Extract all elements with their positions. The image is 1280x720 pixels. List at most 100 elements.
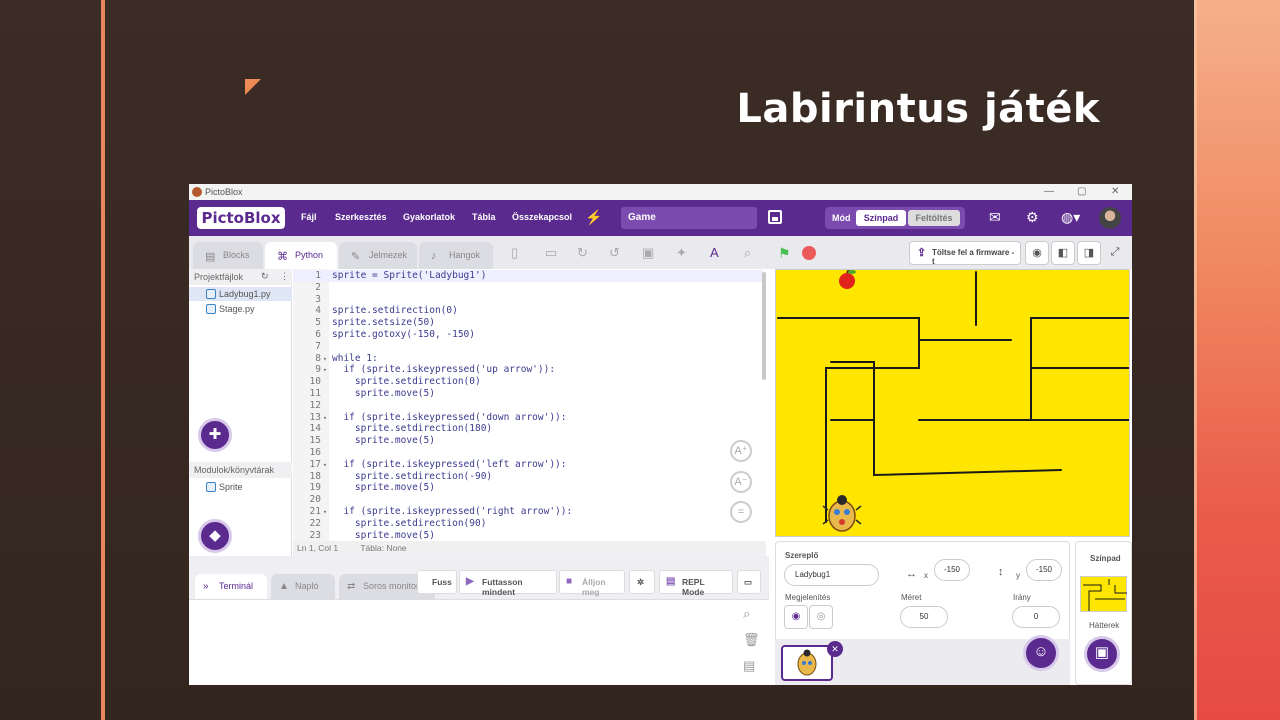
undo-icon[interactable]: ↺ [609, 245, 620, 261]
sprite-name-input[interactable]: Ladybug1 [784, 564, 879, 586]
code-line[interactable]: 1 sprite = Sprite('Ladybug1') [293, 270, 763, 282]
code-line[interactable]: 17 ▾ if (sprite.iskeypressed('left arrow'… [293, 459, 763, 471]
sprite-thumbnail[interactable]: ✕ [781, 641, 843, 681]
show-eye-icon[interactable]: ◉ [784, 605, 808, 629]
module-item[interactable]: Sprite [189, 480, 292, 494]
small-stage-icon[interactable]: ◧ [1051, 241, 1075, 265]
file-item[interactable]: Stage.py [189, 302, 292, 316]
code-line[interactable]: 23 sprite.move(5) [293, 530, 763, 541]
debug-button[interactable]: ✲ [629, 570, 655, 594]
tab-log[interactable]: ▲ Napló [271, 574, 335, 599]
tab-terminal[interactable]: » Terminál [195, 574, 267, 599]
upload-firmware-button[interactable]: ⇪ Töltse fel a firmware -t [909, 241, 1021, 266]
project-name-input[interactable]: Game [621, 207, 757, 229]
repl-mode-button[interactable]: ▤ REPL Mode [659, 570, 733, 597]
terminal-output[interactable]: ⌕ 🗑 ▤ [189, 599, 769, 685]
clipboard-icon[interactable]: ▭ [545, 245, 557, 261]
trash-icon[interactable]: 🗑 [743, 632, 760, 648]
tab-costumes[interactable]: ✎ Jelmezek [339, 242, 417, 269]
run-button[interactable]: Fuss [417, 570, 457, 594]
large-stage-icon[interactable]: ◨ [1077, 241, 1101, 265]
tab-sounds[interactable]: ♪ Hangok [419, 242, 493, 269]
menu-board[interactable]: Tábla [472, 212, 496, 222]
tab-blocks[interactable]: ▤ Blocks [193, 242, 263, 269]
tab-python[interactable]: ⌘ Python [265, 242, 337, 269]
x-input[interactable]: -150 [934, 559, 970, 581]
fullscreen-icon[interactable]: ⤢ [1103, 241, 1127, 265]
add-sprite-button[interactable]: ☺ [1023, 635, 1059, 671]
minimize-button[interactable]: — [1044, 186, 1054, 197]
mode-upload-button[interactable]: Feltöltés [908, 210, 960, 226]
code-line[interactable]: 13 ▾ if (sprite.iskeypressed('down arrow'… [293, 412, 763, 424]
close-button[interactable]: ✕ [1111, 186, 1119, 197]
code-line[interactable]: 21 ▾ if (sprite.iskeypressed('right arrow… [293, 506, 763, 518]
green-flag-icon[interactable]: ⚑ [778, 245, 791, 262]
fold-arrow-icon[interactable]: ▾ [321, 506, 329, 518]
stop-icon[interactable] [802, 246, 816, 260]
code-line[interactable]: 10 sprite.setdirection(0) [293, 376, 763, 388]
fold-arrow-icon[interactable]: ▾ [321, 459, 329, 471]
code-line[interactable]: 3 [293, 294, 763, 306]
y-input[interactable]: -150 [1026, 559, 1062, 581]
file-item[interactable]: Ladybug1.py [189, 287, 292, 301]
code-line[interactable]: 22 sprite.setdirection(90) [293, 518, 763, 530]
code-line[interactable]: 8 ▾ while 1: [293, 353, 763, 365]
direction-input[interactable]: 0 [1012, 606, 1060, 628]
code-line[interactable]: 2 [293, 282, 763, 294]
hide-eye-icon[interactable]: ◎ [809, 605, 833, 629]
stage-thumbnail[interactable] [1080, 576, 1127, 612]
camera-icon[interactable]: ◉ [1025, 241, 1049, 265]
globe-icon[interactable]: ◍▾ [1061, 209, 1080, 226]
code-line[interactable]: 14 sprite.setdirection(180) [293, 423, 763, 435]
zoom-in-button[interactable]: A⁺ [730, 440, 752, 462]
feedback-icon[interactable]: ✉ [989, 209, 1001, 226]
menu-connect[interactable]: Összekapcsol [512, 212, 572, 222]
search-icon[interactable]: ⌕ [743, 606, 750, 622]
gear-icon[interactable]: ⚙ [1026, 209, 1039, 226]
pictoblox-logo[interactable]: PictoBlox [197, 207, 285, 229]
mode-stage-button[interactable]: Színpad [856, 210, 906, 226]
delete-sprite-icon[interactable]: ✕ [827, 641, 843, 657]
code-line[interactable]: 19 sprite.move(5) [293, 482, 763, 494]
fold-arrow-icon[interactable]: ▾ [321, 364, 329, 376]
fold-arrow-icon[interactable]: ▾ [321, 412, 329, 424]
maximize-button[interactable]: ▢ [1077, 186, 1086, 197]
plug-icon[interactable]: ⚡ [585, 209, 602, 226]
menu-examples[interactable]: Gyakorlatok [403, 212, 455, 222]
new-file-icon[interactable]: ▯ [511, 245, 518, 261]
code-editor[interactable]: 1 sprite = Sprite('Ladybug1') 2 3 4 sprite.se… [293, 269, 766, 541]
menu-file[interactable]: Fájl [301, 212, 317, 222]
search-icon[interactable]: ⌕ [744, 245, 751, 261]
avatar[interactable] [1099, 207, 1121, 229]
fold-arrow-icon[interactable]: ▾ [321, 353, 329, 365]
size-input[interactable]: 50 [900, 606, 948, 628]
add-module-button[interactable]: ◆ [198, 519, 232, 553]
code-line[interactable]: 9 ▾ if (sprite.iskeypressed('up arrow')): [293, 364, 763, 376]
copy-icon[interactable]: ▤ [743, 658, 755, 674]
font-size-icon[interactable]: A [710, 245, 719, 260]
code-line[interactable]: 7 [293, 341, 763, 353]
code-line[interactable]: 12 [293, 400, 763, 412]
code-line[interactable]: 6 sprite.gotoxy(-150, -150) [293, 329, 763, 341]
magic-wand-icon[interactable]: ✦ [676, 245, 687, 261]
code-line[interactable]: 11 sprite.move(5) [293, 388, 763, 400]
add-file-button[interactable]: ✚ [198, 418, 232, 452]
code-line[interactable]: 20 [293, 494, 763, 506]
run-all-button[interactable]: ▶ Futtasson mindent [459, 570, 557, 597]
comment-icon[interactable]: ▣ [642, 245, 654, 261]
save-icon[interactable] [768, 210, 782, 224]
terminal-toggle-button[interactable]: ▭ [737, 570, 761, 594]
code-line[interactable]: 16 [293, 447, 763, 459]
refresh-icon[interactable]: ↻ [261, 271, 269, 282]
code-line[interactable]: 5 sprite.setsize(50) [293, 317, 763, 329]
menu-edit[interactable]: Szerkesztés [335, 212, 387, 222]
editor-scrollbar[interactable] [762, 272, 766, 380]
stop-button[interactable]: ■ Álljon meg [559, 570, 625, 597]
code-line[interactable]: 18 sprite.setdirection(-90) [293, 471, 763, 483]
zoom-reset-button[interactable]: = [730, 501, 752, 523]
code-line[interactable]: 15 sprite.move(5) [293, 435, 763, 447]
more-icon[interactable]: ⋮ [280, 271, 289, 282]
stage-canvas[interactable] [775, 269, 1130, 537]
code-line[interactable]: 4 sprite.setdirection(0) [293, 305, 763, 317]
zoom-out-button[interactable]: A⁻ [730, 471, 752, 493]
